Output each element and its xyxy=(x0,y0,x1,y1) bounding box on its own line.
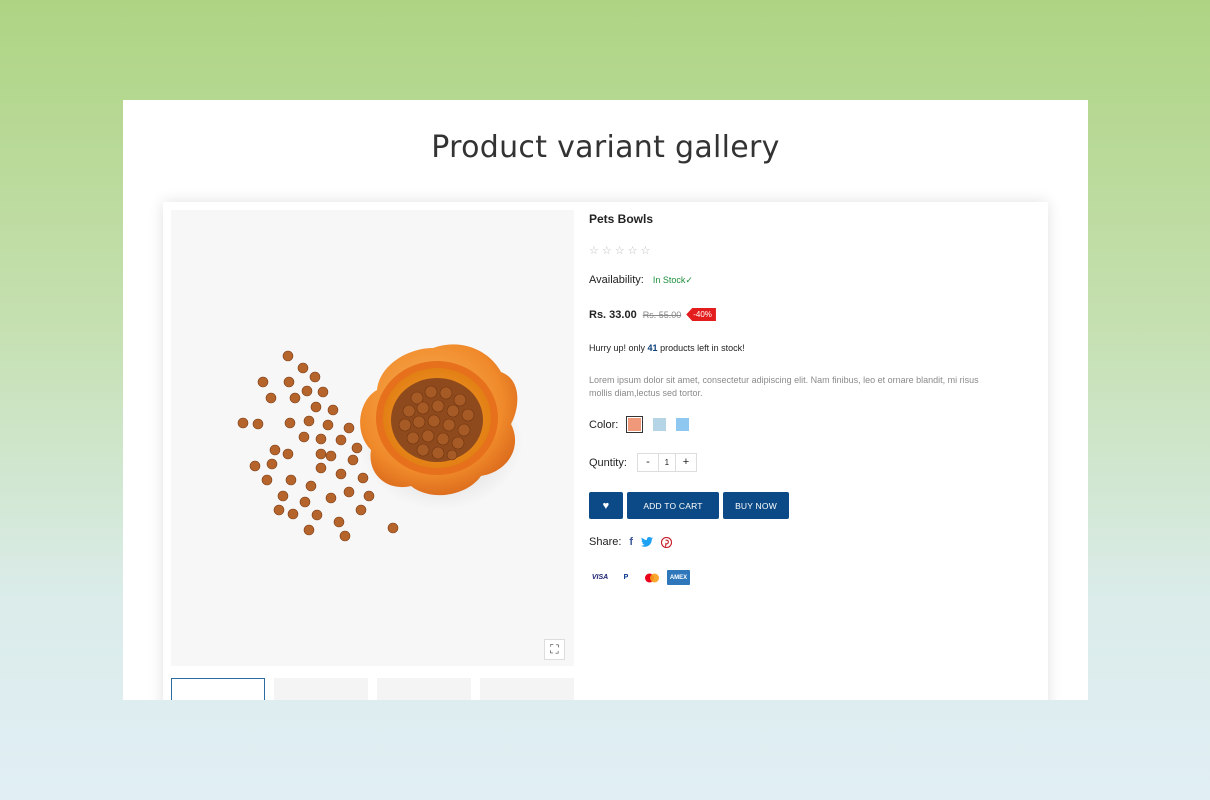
paypal-icon: P xyxy=(623,574,629,581)
stock-notice-prefix: Hurry up! only xyxy=(589,343,646,353)
page-title: Product variant gallery xyxy=(431,130,780,165)
product-card: ⛶ Pets Bowls ☆☆☆☆☆ Availability: In Stoc… xyxy=(163,202,1048,700)
stock-notice: Hurry up! only 41 products left in stock… xyxy=(589,343,745,353)
visa-icon: VISA xyxy=(591,574,609,581)
buy-now-button[interactable]: BUY NOW xyxy=(723,492,789,519)
content-panel: Product variant gallery ⛶ Pets Bowls ☆☆☆… xyxy=(123,100,1088,700)
color-swatch-1[interactable] xyxy=(628,418,642,431)
expand-icon: ⛶ xyxy=(550,642,559,656)
price-row: Rs. 33.00 Rs. 55.00 -40% xyxy=(589,308,716,321)
quantity-row: Quntity: - 1 + xyxy=(589,453,697,472)
stock-count: 41 xyxy=(647,343,658,353)
product-title: Pets Bowls xyxy=(589,212,654,226)
quantity-stepper: - 1 + xyxy=(636,453,697,472)
color-label: Color: xyxy=(589,418,619,431)
twitter-icon[interactable] xyxy=(641,537,654,547)
product-info: Pets Bowls ☆☆☆☆☆ Availability: In Stock✓… xyxy=(589,212,1029,585)
quantity-decrease-button[interactable]: - xyxy=(638,454,658,471)
color-row: Color: xyxy=(589,416,690,433)
amex-icon: AMEX xyxy=(667,570,690,585)
thumbnail-1[interactable] xyxy=(171,678,265,700)
description-row: Lorem ipsum dolor sit amet, consectetur … xyxy=(589,374,989,400)
payment-methods: VISA P AMEX xyxy=(589,570,694,585)
add-to-cart-button[interactable]: ADD TO CART xyxy=(627,492,719,519)
quantity-increase-button[interactable]: + xyxy=(676,454,696,471)
availability-label: Availability: xyxy=(589,274,644,286)
thumbnail-2[interactable] xyxy=(274,678,368,700)
pinterest-icon[interactable] xyxy=(661,536,673,548)
action-buttons: ♥ ADD TO CART BUY NOW xyxy=(589,492,793,519)
availability-row: Availability: In Stock✓ xyxy=(589,274,693,286)
mastercard-icon xyxy=(641,570,663,585)
share-label: Share: xyxy=(589,536,622,548)
thumbnail-strip xyxy=(171,678,574,700)
current-price: Rs. 33.00 xyxy=(589,308,637,321)
quantity-label: Quntity: xyxy=(589,456,627,469)
thumbnail-4[interactable] xyxy=(480,678,574,700)
facebook-icon[interactable]: f xyxy=(629,536,633,548)
wishlist-button[interactable]: ♥ xyxy=(589,492,623,519)
old-price: Rs. 55.00 xyxy=(642,309,682,320)
color-swatch-3[interactable] xyxy=(676,418,690,431)
stock-notice-suffix: products left in stock! xyxy=(660,343,745,353)
heart-icon: ♥ xyxy=(602,499,610,512)
color-swatch-2[interactable] xyxy=(653,418,667,431)
color-swatch-selected[interactable] xyxy=(626,416,644,433)
rating-stars[interactable]: ☆☆☆☆☆ xyxy=(589,244,653,257)
availability-value: In Stock✓ xyxy=(652,274,693,285)
product-main-image[interactable]: ⛶ xyxy=(171,210,574,666)
thumbnail-3[interactable] xyxy=(377,678,471,700)
pet-food-bowl-image xyxy=(237,344,523,542)
discount-badge: -40% xyxy=(686,308,716,321)
quantity-input[interactable]: 1 xyxy=(657,454,676,471)
fullscreen-button[interactable]: ⛶ xyxy=(544,639,565,660)
share-row: Share: f xyxy=(589,536,673,548)
product-description: Lorem ipsum dolor sit amet, consectetur … xyxy=(589,375,979,398)
